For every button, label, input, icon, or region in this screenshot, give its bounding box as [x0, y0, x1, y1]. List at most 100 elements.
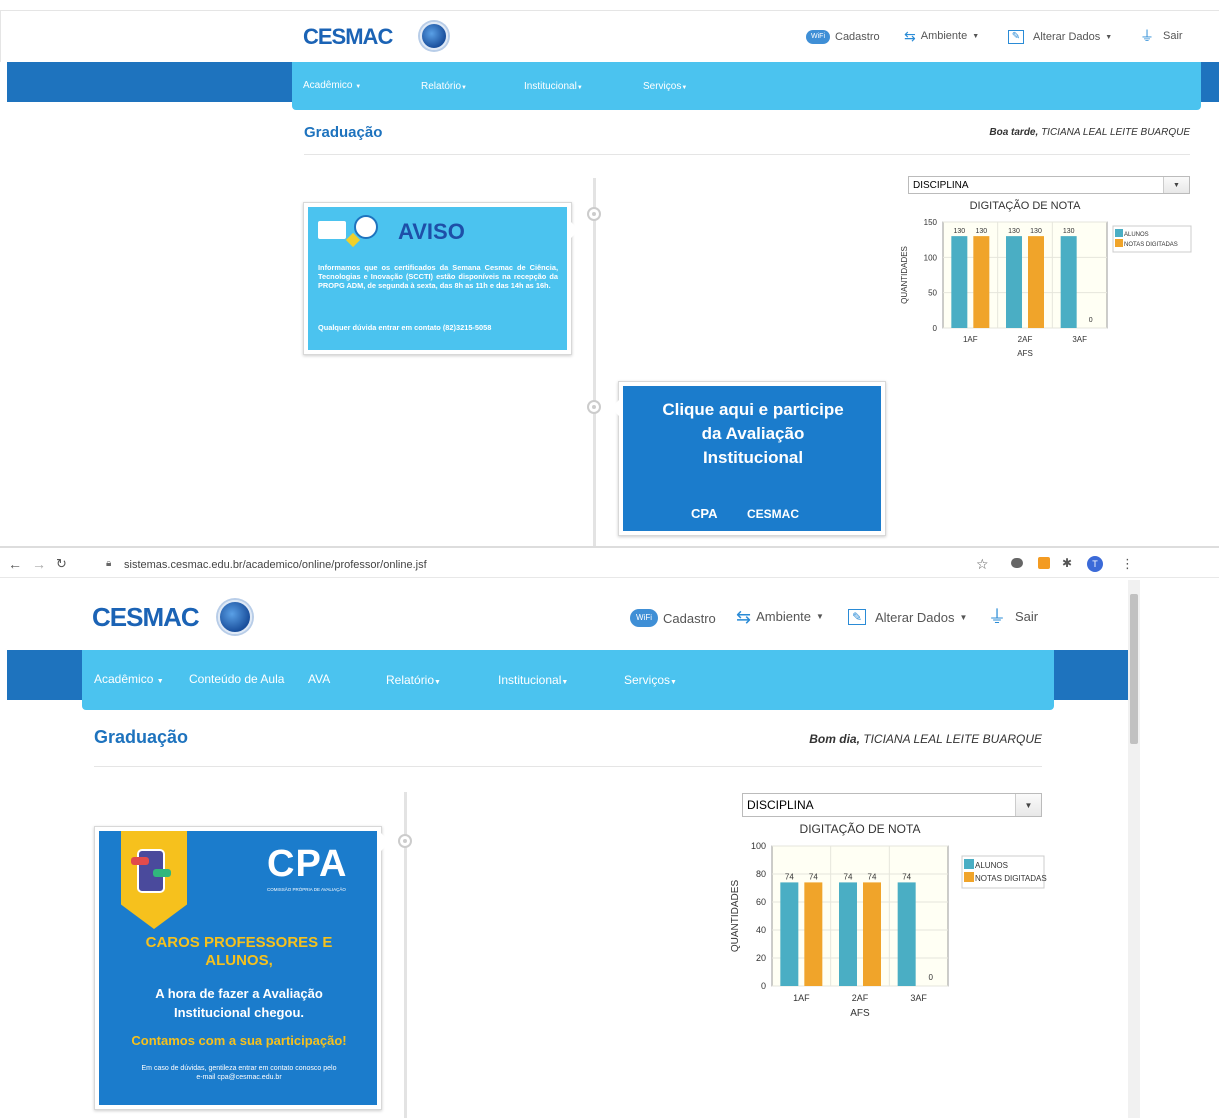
swap-arrows-icon: ⇆	[904, 28, 916, 44]
orange-extension-icon[interactable]	[1038, 557, 1050, 569]
cpa-card-logo: CPA	[267, 843, 348, 885]
avaliacao-text: Clique aqui e participe da Avaliação Ins…	[662, 400, 844, 467]
aviso-body: Informamos que os certificados da Semana…	[318, 263, 558, 290]
cpa-card-logo-sub: COMISSÃO PRÓPRIA DE AVALIAÇÃO	[267, 887, 346, 892]
menu-institucional-label: Institucional	[524, 81, 577, 92]
cesmac-seal-icon	[420, 22, 448, 50]
sair-link[interactable]: ⏚ Sair	[1140, 29, 1183, 43]
menu-relatorio[interactable]: Relatório▼	[386, 673, 441, 687]
cadastro-link[interactable]: WiFi Cadastro	[806, 30, 880, 44]
menu-academico[interactable]: Acadêmico ▼	[303, 80, 361, 91]
menu-servicos-label: Serviços	[643, 81, 682, 92]
menu-academico-label: Acadêmico	[303, 80, 353, 91]
cesmac-logo[interactable]: CESMAC	[92, 602, 200, 633]
bar-notas-digitadas	[804, 882, 823, 986]
sair-label: Sair	[1015, 609, 1039, 624]
bar-alunos	[1060, 236, 1077, 328]
menu-ava[interactable]: AVA	[308, 672, 330, 686]
greeting-prefix: Boa tarde,	[989, 127, 1039, 138]
avaliacao-card[interactable]: Clique aqui e participe da Avaliação Ins…	[618, 381, 886, 536]
data-label: 130	[975, 228, 987, 235]
x-tick-label: 1AF	[793, 993, 810, 1003]
y-tick-label: 150	[924, 218, 938, 227]
disciplina-select[interactable]: DISCIPLINA ▼	[908, 176, 1190, 194]
scrollbar-thumb[interactable]	[1130, 594, 1138, 744]
divider	[304, 154, 1190, 155]
cloud-extension-icon[interactable]	[1011, 558, 1023, 568]
plot-area	[771, 845, 949, 987]
menu-conteudo-aula[interactable]: Conteúdo de Aula	[189, 672, 284, 686]
caret-down-icon: ▼	[972, 32, 980, 40]
x-axis-label: AFS	[1017, 349, 1033, 358]
forward-icon[interactable]: →	[32, 556, 46, 572]
menu-academico[interactable]: Acadêmico ▼	[94, 672, 164, 686]
cadastro-link[interactable]: WiFi Cadastro	[630, 609, 716, 627]
data-label: 0	[1089, 317, 1093, 324]
aviso-contact: Qualquer dúvida entrar em contato (82)32…	[318, 323, 492, 332]
ambiente-label: Ambiente	[920, 30, 968, 42]
address-bar[interactable]: sistemas.cesmac.edu.br/academico/online/…	[124, 559, 427, 571]
scrollbar[interactable]	[1128, 580, 1140, 1118]
cesmac-logo-small: CESMAC	[747, 507, 800, 521]
menu-relatorio[interactable]: Relatório▼	[421, 81, 467, 92]
bottom-chart: DIGITAÇÃO DE NOTA 0 20 40 60 80 100 74 74 1AF 74 74…	[730, 822, 1047, 1019]
legend-swatch	[1115, 239, 1123, 247]
aviso-card[interactable]: AVISO Informamos que os certificados da …	[303, 202, 572, 355]
x-axis-label: AFS	[850, 1008, 870, 1019]
legend-label: ALUNOS	[975, 861, 1008, 870]
greeting: Boa tarde, TICIANA LEAL LEITE BUARQUE	[989, 127, 1190, 138]
menu-servicos-label: Serviços	[624, 673, 671, 687]
avaliacao-pointer	[611, 400, 619, 416]
ambiente-dropdown[interactable]: ⇆ Ambiente ▼	[736, 606, 824, 627]
edit-icon: ✎	[1008, 30, 1024, 44]
x-tick-label: 3AF	[910, 993, 927, 1003]
menu-servicos[interactable]: Serviços▼	[643, 81, 687, 92]
cesmac-logo[interactable]: CESMAC	[303, 24, 393, 50]
chevron-down-icon: ▼	[1015, 794, 1041, 816]
bar-alunos	[897, 882, 916, 986]
swap-arrows-icon: ⇆	[736, 606, 752, 627]
cadastro-label: Cadastro	[663, 610, 716, 626]
page-title: Graduação	[304, 124, 383, 141]
bar-notas-digitadas	[973, 236, 990, 328]
greeting-prefix: Bom dia,	[809, 732, 860, 746]
menu-servicos[interactable]: Serviços▼	[624, 673, 677, 687]
data-label: 74	[809, 872, 818, 881]
data-label: 130	[1008, 228, 1020, 235]
bar-alunos	[1006, 236, 1022, 328]
x-tick-label: 2AF	[1018, 335, 1033, 344]
caret-down-icon: ▼	[959, 612, 968, 622]
caret-down-icon: ▼	[434, 679, 441, 686]
wifi-icon: WiFi	[630, 609, 658, 627]
profile-avatar[interactable]: T	[1087, 556, 1103, 572]
caret-down-icon: ▼	[355, 84, 362, 90]
menu-institucional[interactable]: Institucional▼	[498, 673, 568, 687]
alterar-dados-dropdown[interactable]: ✎ Alterar Dados ▼	[848, 609, 967, 625]
chevron-down-icon: ▼	[1163, 177, 1189, 193]
y-tick-label: 100	[924, 253, 938, 262]
caret-down-icon: ▼	[156, 678, 164, 685]
edit-icon: ✎	[848, 609, 866, 625]
back-icon[interactable]: ←	[8, 556, 22, 572]
alterar-dados-dropdown[interactable]: ✎ Alterar Dados ▼	[1008, 30, 1112, 44]
legend-label: NOTAS DIGITADAS	[1124, 242, 1178, 248]
caret-down-icon: ▼	[1105, 33, 1113, 41]
cpa-card[interactable]: CPA COMISSÃO PRÓPRIA DE AVALIAÇÃO CAROS …	[94, 826, 382, 1110]
y-axis-label: QUANTIDADES	[900, 246, 909, 304]
sair-link[interactable]: ⏚ Sair	[988, 608, 1039, 626]
puzzle-icon[interactable]: ✱	[1062, 556, 1072, 570]
reload-icon[interactable]: ↻	[56, 556, 67, 572]
bottom-screenshot: CESMAC WiFi Cadastro ⇆ Ambiente ▼ ✎ Alte…	[0, 580, 1219, 1118]
disciplina-select[interactable]: DISCIPLINA ▼	[742, 793, 1042, 817]
star-icon[interactable]: ☆	[976, 556, 989, 573]
data-label: 0	[928, 973, 933, 982]
legend-box	[1112, 225, 1192, 253]
menu-dots-icon[interactable]: ⋮	[1121, 556, 1134, 572]
menu-conteudo-label: Conteúdo de Aula	[189, 672, 285, 686]
legend-swatch	[964, 872, 974, 882]
ambiente-dropdown[interactable]: ⇆ Ambiente ▼	[904, 28, 980, 44]
disciplina-select-value: DISCIPLINA	[913, 179, 969, 191]
data-label: 74	[902, 872, 911, 881]
chart-legend: ALUNOS NOTAS DIGITADAS	[961, 855, 1047, 889]
menu-institucional[interactable]: Institucional▼	[524, 81, 583, 92]
